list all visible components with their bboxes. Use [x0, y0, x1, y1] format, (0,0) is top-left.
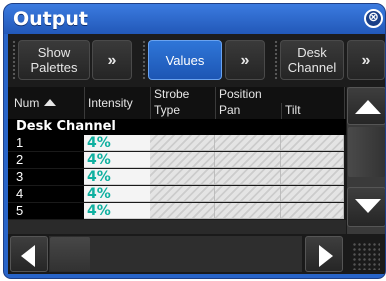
table-row[interactable]: 1 4%: [8, 135, 346, 151]
cell-pan[interactable]: [215, 152, 281, 168]
table-row[interactable]: 2 4%: [8, 152, 346, 168]
cell-pan[interactable]: [215, 186, 281, 202]
column-strobe-type[interactable]: Type: [154, 103, 180, 117]
vertical-scroll-thumb[interactable]: [348, 127, 385, 177]
desk-channel-button[interactable]: Desk Channel: [280, 40, 344, 80]
horizontal-scroll-track[interactable]: [49, 236, 302, 272]
sort-ascending-icon: [44, 99, 57, 106]
column-num-label: Num: [14, 96, 40, 110]
cell-strobe-type[interactable]: [150, 203, 215, 219]
group-label: Desk Channel: [16, 119, 116, 134]
cell-num[interactable]: 5: [8, 203, 84, 219]
cell-tilt[interactable]: [281, 203, 344, 219]
column-position-group[interactable]: Position: [219, 87, 262, 101]
cell-pan[interactable]: [215, 135, 281, 151]
column-divider: [84, 87, 85, 119]
column-tilt[interactable]: Tilt: [285, 103, 301, 117]
window-title: Output: [13, 8, 88, 30]
cell-strobe-type[interactable]: [150, 169, 215, 185]
show-palettes-label: Show Palettes: [30, 45, 78, 75]
desk-channel-more-button[interactable]: »: [347, 40, 385, 80]
output-window: Output ⊗ Show Palettes » Values » Desk C…: [3, 3, 386, 279]
group-header[interactable]: Desk Channel: [8, 119, 346, 135]
cell-num[interactable]: 2: [8, 152, 84, 168]
cell-num[interactable]: 1: [8, 135, 84, 151]
cell-intensity[interactable]: 4%: [84, 186, 150, 202]
column-pan[interactable]: Pan: [219, 103, 240, 117]
cell-pan[interactable]: [215, 169, 281, 185]
arrow-right-icon: [319, 245, 333, 267]
toolbar-grip-icon[interactable]: [12, 40, 16, 80]
cell-intensity[interactable]: 4%: [84, 203, 150, 219]
column-num[interactable]: Num: [14, 96, 57, 110]
window-content: Show Palettes » Values » Desk Channel » …: [8, 34, 385, 274]
cell-num[interactable]: 4: [8, 186, 84, 202]
table-row[interactable]: 5 4%: [8, 203, 346, 219]
horizontal-scroll-thumb[interactable]: [50, 237, 90, 271]
table-row[interactable]: 4 4%: [8, 186, 346, 202]
scroll-up-button[interactable]: [347, 87, 385, 125]
cell-pan[interactable]: [215, 203, 281, 219]
values-button[interactable]: Values: [148, 40, 222, 80]
cell-strobe-type[interactable]: [150, 135, 215, 151]
cell-tilt[interactable]: [281, 152, 344, 168]
scroll-down-button[interactable]: [347, 187, 385, 227]
scroll-right-button[interactable]: [305, 236, 343, 272]
arrow-down-icon: [355, 199, 381, 213]
resize-grip-icon[interactable]: [352, 242, 380, 270]
title-bar[interactable]: Output ⊗: [4, 4, 385, 34]
column-intensity[interactable]: Intensity: [88, 96, 133, 110]
cell-intensity[interactable]: 4%: [84, 152, 150, 168]
table-row[interactable]: 3 4%: [8, 169, 346, 185]
toolbar-grip-icon[interactable]: [274, 40, 278, 80]
vertical-scrollbar[interactable]: [347, 87, 385, 234]
toolbar-grip-icon[interactable]: [142, 40, 146, 80]
more-options-button[interactable]: »: [92, 40, 132, 80]
desk-channel-label: Desk Channel: [287, 45, 337, 75]
cell-strobe-type[interactable]: [150, 152, 215, 168]
column-header: Num Intensity Strobe Type Position Pan T…: [8, 87, 346, 119]
column-divider: [344, 87, 345, 119]
arrow-up-icon: [355, 100, 381, 114]
column-strobe-group[interactable]: Strobe: [154, 87, 189, 101]
cell-tilt[interactable]: [281, 169, 344, 185]
cell-num[interactable]: 3: [8, 169, 84, 185]
cell-strobe-type[interactable]: [150, 186, 215, 202]
horizontal-scrollbar: [8, 234, 385, 274]
close-icon[interactable]: ⊗: [364, 9, 383, 28]
column-divider: [215, 87, 216, 119]
toolbar: Show Palettes » Values » Desk Channel »: [8, 34, 385, 87]
cell-tilt[interactable]: [281, 135, 344, 151]
cell-tilt[interactable]: [281, 186, 344, 202]
cell-intensity[interactable]: 4%: [84, 135, 150, 151]
column-divider: [281, 103, 282, 119]
scroll-left-button[interactable]: [10, 236, 48, 272]
column-divider: [150, 87, 151, 119]
grid-empty-area: [8, 220, 346, 234]
cell-intensity[interactable]: 4%: [84, 169, 150, 185]
show-palettes-button[interactable]: Show Palettes: [18, 40, 90, 80]
values-more-button[interactable]: »: [225, 40, 265, 80]
arrow-left-icon: [21, 245, 35, 267]
